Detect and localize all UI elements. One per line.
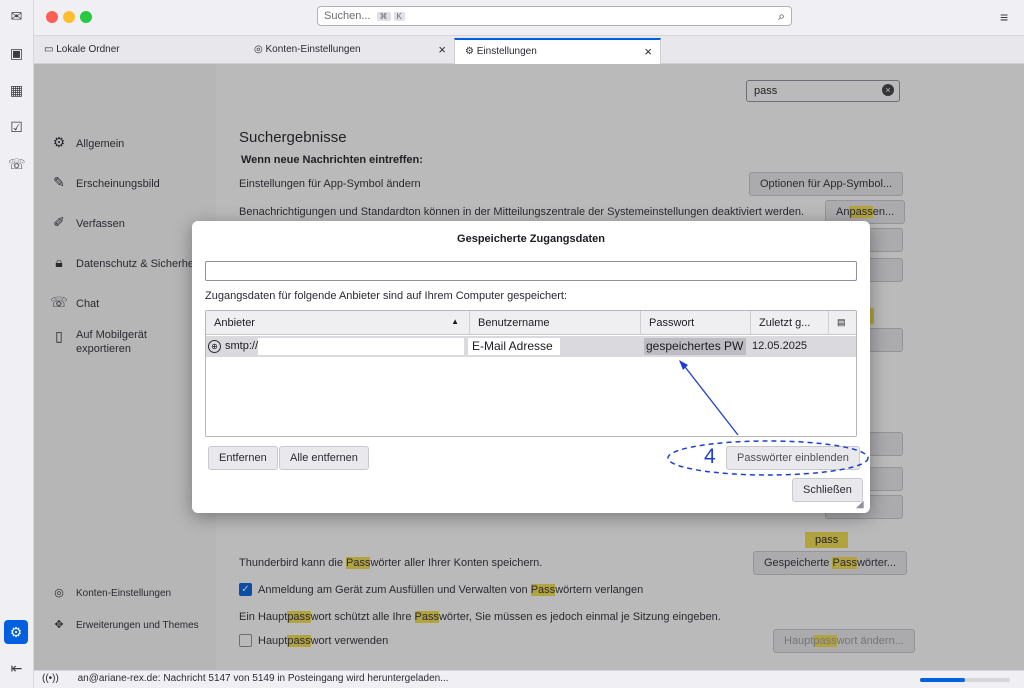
tab-account-settings[interactable]: ◎ Konten-Einstellungen ×: [244, 38, 454, 64]
address-book-icon[interactable]: ▣: [8, 45, 25, 62]
tab-label: Einstellungen: [476, 46, 537, 57]
shortcut-key-cmd: ⌘: [376, 11, 391, 21]
global-search-input[interactable]: Suchen... ⌘ K ⌕: [317, 6, 792, 26]
activity-icon: ((•)): [42, 673, 59, 684]
saved-logins-dialog: Gespeicherte Zugangsdaten Zugangsdaten f…: [192, 221, 870, 513]
minimize-window-button[interactable]: [63, 11, 75, 23]
tab-local-folders[interactable]: ▭ Lokale Ordner: [34, 38, 244, 64]
download-progress-bar: [920, 678, 1010, 682]
gear-icon: ⚙: [465, 46, 474, 57]
annotation-ellipse: [667, 440, 869, 476]
close-tab-icon[interactable]: ×: [644, 44, 652, 59]
settings-space-icon[interactable]: ⚙: [4, 620, 28, 644]
tab-bar: ▭ Lokale Ordner ◎ Konten-Einstellungen ×…: [34, 36, 1024, 64]
menu-icon[interactable]: ≡: [1000, 9, 1008, 25]
annotation-layer: [667, 360, 869, 476]
close-tab-icon[interactable]: ×: [438, 42, 446, 57]
tab-settings[interactable]: ⚙ Einstellungen ×: [454, 38, 661, 64]
collapse-spaces-icon[interactable]: ⇤: [8, 660, 25, 677]
search-placeholder: Suchen...: [324, 10, 371, 22]
folder-icon: ▭: [44, 44, 54, 55]
status-text: an@ariane-rex.de: Nachricht 5147 von 514…: [77, 673, 449, 684]
spaces-toolbar: ✉ ▣ ▦ ☑ ☏ ⚙ ⇤: [0, 0, 34, 688]
status-bar: ((•)) an@ariane-rex.de: Nachricht 5147 v…: [34, 670, 1024, 688]
mail-icon[interactable]: ✉: [8, 8, 25, 25]
chat-space-icon[interactable]: ☏: [8, 156, 26, 173]
annotation-arrow: [681, 362, 739, 436]
close-window-button[interactable]: [46, 11, 58, 23]
shortcut-key-k: K: [393, 11, 405, 21]
tab-label: Lokale Ordner: [56, 44, 120, 55]
calendar-icon[interactable]: ▦: [8, 82, 25, 99]
download-progress-fill: [920, 678, 965, 682]
tasks-icon[interactable]: ☑: [8, 119, 25, 136]
tab-label: Konten-Einstellungen: [265, 44, 361, 55]
zoom-window-button[interactable]: [80, 11, 92, 23]
annotation-number: 4: [704, 445, 716, 468]
title-bar: Suchen... ⌘ K ⌕ ≡: [0, 0, 1024, 36]
account-icon: ◎: [254, 44, 263, 55]
search-icon: ⌕: [778, 9, 785, 23]
